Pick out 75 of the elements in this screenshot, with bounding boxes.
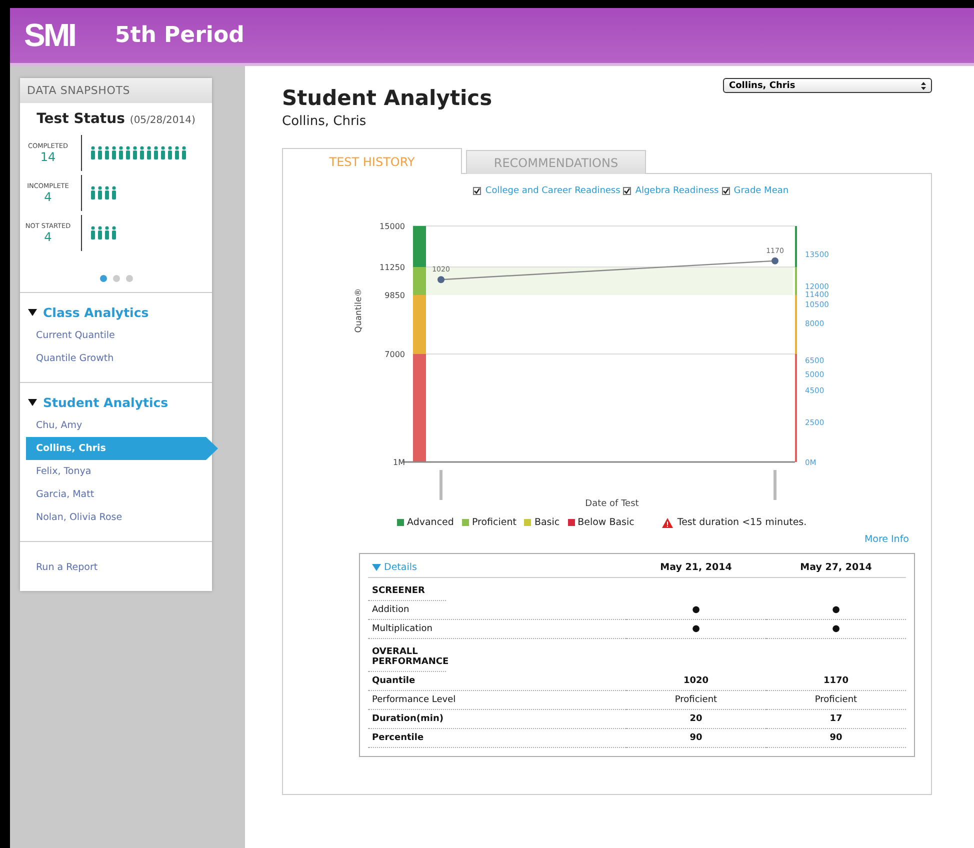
column-header: May 21, 2014	[626, 558, 766, 578]
page-heading: Student Analytics	[282, 86, 492, 110]
row-label: Performance Level	[368, 691, 626, 710]
tick-label: 15000	[380, 222, 405, 231]
table-cell: 20	[626, 710, 766, 729]
tick-label: 11250	[380, 263, 405, 272]
date-label-drawing	[774, 470, 776, 500]
table-cell: Proficient	[626, 691, 766, 710]
filter-checkbox[interactable]: Grade Mean	[722, 186, 789, 196]
sidebar-item[interactable]: Nolan, Olivia Rose	[20, 506, 196, 529]
row-label: Multiplication	[368, 620, 626, 639]
filter-checkbox[interactable]: Algebra Readiness	[623, 186, 719, 196]
table-cell: 90	[766, 729, 906, 748]
updown-icon	[921, 82, 926, 90]
column-header: May 27, 2014	[766, 558, 906, 578]
section-heading: OVERALL PERFORMANCE	[368, 639, 446, 672]
table-cell: ●	[626, 620, 766, 639]
legend-label: Proficient	[472, 517, 516, 528]
table-cell: 1020	[626, 672, 766, 691]
status-count: 4	[44, 230, 52, 244]
page-title: 5th Period	[114, 23, 244, 48]
pager-dot[interactable]	[126, 275, 132, 282]
warning-icon	[662, 518, 674, 528]
status-count: 14	[40, 150, 56, 164]
checkmark-icon	[474, 188, 480, 194]
sidebar-item[interactable]: Felix, Tonya	[20, 460, 196, 483]
sidebar-item[interactable]: Quantile Growth	[20, 347, 196, 370]
tick-label: 9850	[384, 291, 405, 300]
sidebar-item[interactable]: Current Quantile	[20, 324, 196, 347]
pager-dot[interactable]	[112, 275, 120, 282]
table-cell: ●	[766, 601, 906, 620]
section-heading: DATA SNAPSHOTS	[20, 78, 212, 103]
table-cell: 17	[766, 710, 906, 729]
legend-label: Advanced	[407, 517, 454, 528]
axis-title: Quantile®	[354, 288, 364, 333]
data-point	[772, 257, 778, 264]
details-toggle[interactable]: Details	[368, 558, 626, 578]
more-info-link[interactable]: More Info	[283, 534, 909, 545]
sidebar-item[interactable]: Garcia, Matt	[20, 483, 196, 506]
section-heading: SCREENER	[368, 578, 446, 601]
student-name: Collins, Chris	[282, 114, 368, 129]
row-label: Addition	[368, 601, 626, 620]
section-title: Class Analytics	[43, 305, 149, 320]
row-label: Quantile	[368, 672, 626, 691]
triangle-icon	[372, 564, 381, 571]
people-icons-drawing	[90, 226, 118, 240]
legend-label: Basic	[534, 517, 560, 528]
filter-checkbox[interactable]: College and Career Readiness	[473, 186, 620, 196]
pager-dot[interactable]	[100, 275, 106, 282]
checkmark-icon	[722, 188, 729, 194]
panel-title: Test Status	[36, 111, 125, 127]
axis-title: Date of Test	[585, 499, 639, 509]
table-cell: Proficient	[766, 691, 906, 710]
status-date: (05/28/2014)	[130, 115, 196, 126]
logo-text: SMI	[24, 17, 75, 54]
status-count: 4	[44, 190, 52, 204]
people-icons-drawing	[90, 186, 118, 200]
data-point	[438, 276, 444, 284]
student-select[interactable]: Collins, Chris	[723, 78, 932, 93]
checkmark-icon	[624, 188, 630, 194]
tick-label: 7000	[384, 350, 405, 359]
sidebar-item[interactable]: Chu, Amy	[20, 414, 196, 437]
row-label: Percentile	[368, 729, 626, 748]
warning-text: Test duration <15 minutes.	[677, 517, 807, 528]
legend-label: Below Basic	[578, 517, 634, 528]
row-label: Duration(min)	[368, 710, 626, 729]
tick-label: 1M	[393, 458, 405, 467]
table-cell: ●	[626, 601, 766, 620]
date-label-drawing	[440, 470, 442, 500]
table-cell: 90	[626, 729, 766, 748]
table-cell: ●	[766, 620, 906, 639]
report-link[interactable]: Run a Report	[20, 541, 212, 591]
table-cell: 1170	[766, 672, 906, 691]
sidebar-item[interactable]: Collins, Chris	[26, 437, 218, 460]
section-title: Student Analytics	[43, 395, 168, 410]
